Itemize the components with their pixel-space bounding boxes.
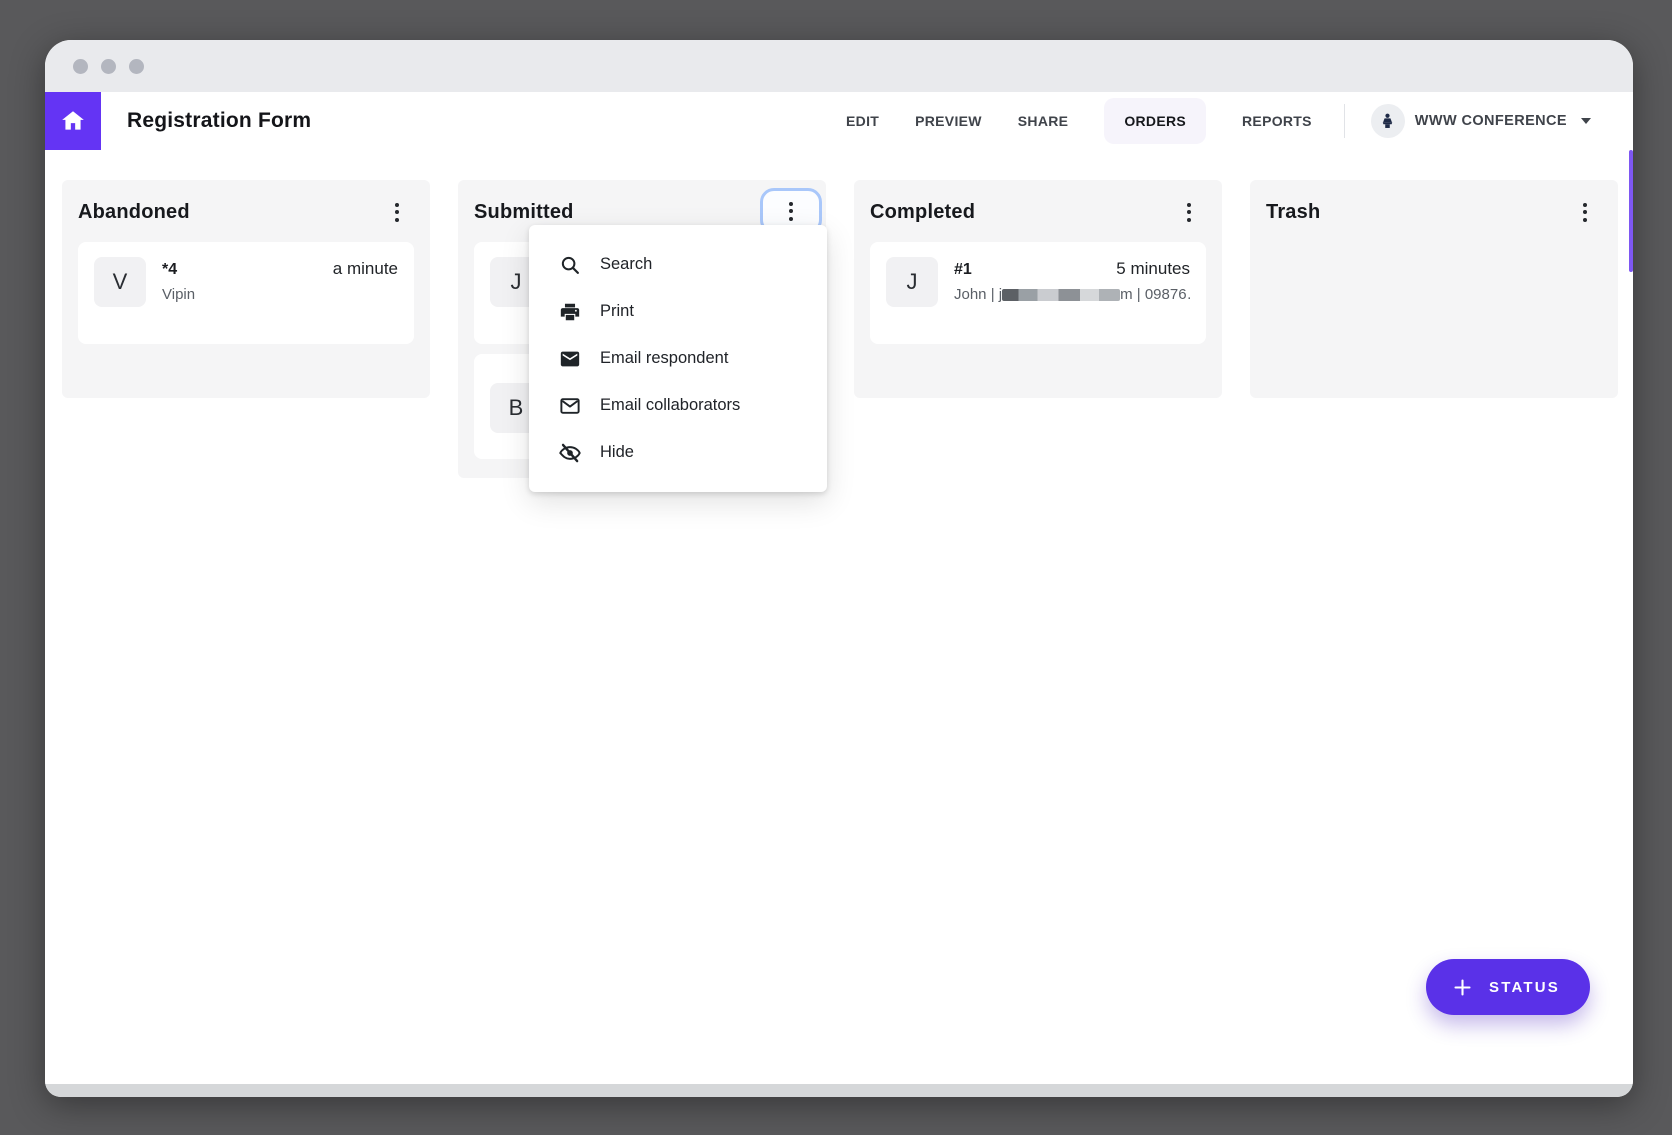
kebab-icon — [1583, 203, 1587, 222]
home-icon — [60, 108, 86, 134]
column-menu-button[interactable] — [1568, 195, 1602, 229]
plus-icon — [1452, 977, 1473, 998]
column-menu-button[interactable] — [1172, 195, 1206, 229]
nav-orders[interactable]: ORDERS — [1104, 98, 1206, 144]
column-menu-button[interactable] — [380, 195, 414, 229]
search-icon — [559, 254, 581, 276]
workspace-selector[interactable]: WWW CONFERENCE — [1365, 103, 1597, 139]
column-trash: Trash — [1250, 180, 1618, 398]
kebab-icon — [1187, 203, 1191, 222]
time-ago: a minute — [333, 259, 398, 279]
column-header: Trash — [1266, 192, 1602, 232]
column-title: Submitted — [474, 201, 574, 224]
column-context-menu: Search Print Email respondent — [529, 225, 827, 492]
avatar: J — [886, 257, 938, 307]
column-abandoned: Abandoned V *4 a minute Vipin — [62, 180, 430, 398]
menu-item-print[interactable]: Print — [529, 288, 827, 335]
nav-edit[interactable]: EDIT — [846, 113, 879, 129]
column-title: Trash — [1266, 201, 1320, 224]
status-label: STATUS — [1489, 979, 1560, 996]
column-title: Abandoned — [78, 201, 190, 224]
menu-item-email-collaborators[interactable]: Email collaborators — [529, 382, 827, 429]
orders-board: Abandoned V *4 a minute Vipin — [45, 150, 1633, 1084]
workspace-label: WWW CONFERENCE — [1415, 113, 1567, 129]
add-status-button[interactable]: STATUS — [1426, 959, 1590, 1015]
time-ago: 5 minutes — [1116, 259, 1190, 279]
vertical-scrollbar-thumb[interactable] — [1629, 150, 1633, 272]
print-icon — [559, 301, 581, 323]
eye-off-icon — [559, 442, 581, 464]
window-titlebar — [45, 40, 1633, 92]
header-divider — [1344, 104, 1345, 138]
window-control-dot[interactable] — [129, 59, 144, 74]
menu-item-email-respondent[interactable]: Email respondent — [529, 335, 827, 382]
desktop-background: Registration Form EDIT PREVIEW SHARE ORD… — [0, 0, 1672, 1135]
horizontal-scrollbar-track[interactable] — [45, 1084, 1633, 1097]
chevron-down-icon — [1581, 118, 1591, 124]
column-completed: Completed J #1 5 minutes John | jm | 098… — [854, 180, 1222, 398]
kebab-icon — [395, 203, 399, 222]
avatar: V — [94, 257, 146, 307]
app-window: Registration Form EDIT PREVIEW SHARE ORD… — [45, 40, 1633, 1097]
column-title: Completed — [870, 201, 975, 224]
menu-item-hide[interactable]: Hide — [529, 429, 827, 476]
order-number: #1 — [954, 261, 972, 279]
conference-speaker-icon — [1371, 104, 1405, 138]
menu-item-search[interactable]: Search — [529, 241, 827, 288]
order-number: *4 — [162, 261, 177, 279]
column-header: Completed — [870, 192, 1206, 232]
window-control-dot[interactable] — [73, 59, 88, 74]
order-card[interactable]: V *4 a minute Vipin — [78, 242, 414, 344]
order-card[interactable]: J #1 5 minutes John | jm | 09876… — [870, 242, 1206, 344]
email-filled-icon — [559, 348, 581, 370]
home-button[interactable] — [45, 92, 101, 150]
redacted-text — [1002, 289, 1120, 301]
nav-preview[interactable]: PREVIEW — [915, 113, 982, 129]
contact-info: John | jm | 09876… — [954, 286, 1190, 303]
respondent-name: Vipin — [162, 286, 398, 303]
window-control-dot[interactable] — [101, 59, 116, 74]
app-header: Registration Form EDIT PREVIEW SHARE ORD… — [45, 92, 1633, 150]
kebab-icon — [789, 202, 793, 221]
nav-reports[interactable]: REPORTS — [1242, 113, 1312, 129]
page-title: Registration Form — [127, 109, 311, 133]
email-outline-icon — [559, 395, 581, 417]
main-nav: EDIT PREVIEW SHARE ORDERS REPORTS — [846, 98, 1312, 144]
nav-share[interactable]: SHARE — [1018, 113, 1069, 129]
column-header: Abandoned — [78, 192, 414, 232]
